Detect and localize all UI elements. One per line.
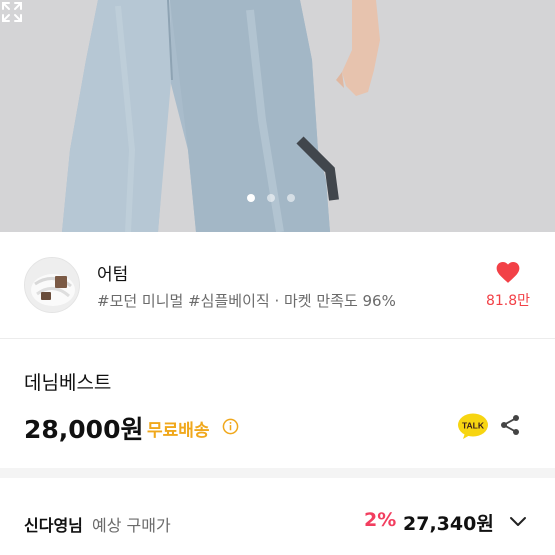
expected-price-label: 예상 구매가 (92, 516, 171, 535)
discount-rate: 2% (364, 509, 397, 531)
svg-text:TALK: TALK (462, 421, 485, 431)
chevron-down-icon[interactable] (508, 511, 528, 531)
product-summary: 데님베스트 28,000원 무료배송 TALK (0, 338, 555, 468)
like-count: 81.8만 (485, 293, 531, 309)
product-price: 28,000원 (24, 415, 144, 444)
gallery-dot[interactable] (287, 194, 295, 202)
shop-info[interactable]: 어텀 #모던 미니멀 #심플베이직 · 마켓 만족도 96% 81.8만 (0, 232, 555, 339)
gallery-pagination (247, 194, 295, 202)
shop-avatar[interactable] (24, 257, 80, 313)
share-icon[interactable] (498, 413, 522, 437)
heart-icon (496, 262, 520, 283)
product-image-gallery[interactable] (0, 0, 555, 232)
like-button[interactable]: 81.8만 (484, 260, 532, 310)
expand-icon[interactable] (0, 0, 24, 24)
product-name: 데님베스트 (24, 372, 112, 394)
gallery-dot[interactable] (267, 194, 275, 202)
shop-name[interactable]: 어텀 (97, 260, 128, 285)
shop-tags: #모던 미니멀 #심플베이직 · 마켓 만족도 96% (97, 292, 396, 310)
expected-price-row[interactable]: 신다영님 예상 구매가 2% 27,340원 (0, 478, 555, 555)
free-shipping-badge: 무료배송 (147, 421, 210, 441)
buyer-name: 신다영님 (24, 516, 83, 535)
section-divider (0, 468, 555, 478)
expected-price: 27,340원 (403, 513, 494, 535)
kakao-talk-icon[interactable]: TALK (457, 412, 489, 440)
info-icon[interactable] (222, 418, 239, 435)
gallery-dot[interactable] (247, 194, 255, 202)
